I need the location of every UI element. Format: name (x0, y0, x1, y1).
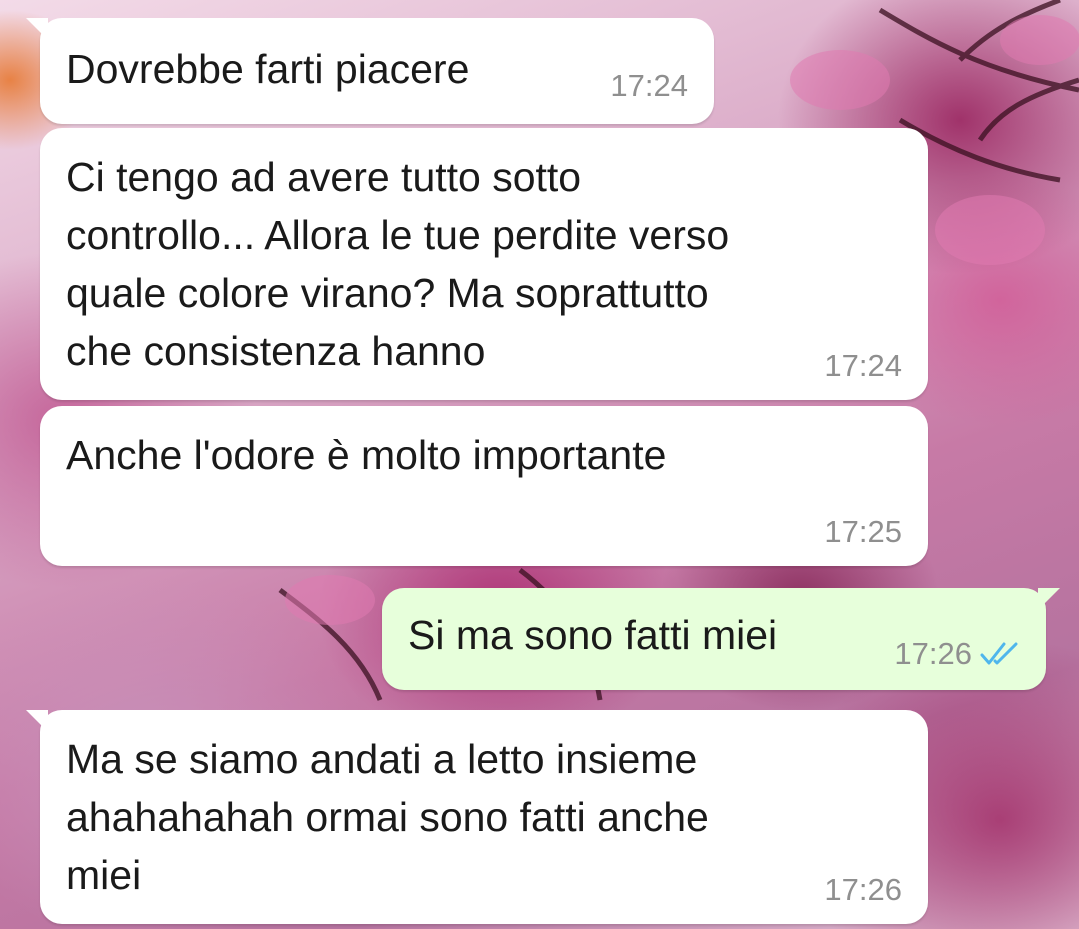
message-bubble-incoming[interactable]: Ma se siamo andati a letto insieme ahaha… (26, 710, 928, 924)
bubble-tail (26, 18, 48, 40)
message-time: 17:24 (610, 68, 688, 103)
message-meta: 17:26 (824, 872, 902, 908)
message-time: 17:26 (824, 872, 902, 907)
message-time: 17:26 (894, 636, 972, 671)
message-meta: 17:24 (610, 68, 688, 104)
bubble-tail (26, 710, 48, 732)
message-meta: 17:24 (824, 348, 902, 384)
message-bubble-outgoing[interactable]: Si ma sono fatti miei 17:26 (382, 588, 1060, 690)
message-bubble-incoming[interactable]: Ci tengo ad avere tutto sotto controllo.… (40, 128, 928, 400)
message-text: Dovrebbe farti piacere (66, 46, 470, 92)
message-time: 17:25 (824, 514, 902, 549)
message-bubble-incoming[interactable]: Dovrebbe farti piacere 17:24 (26, 18, 714, 124)
bubble-tail (1038, 588, 1060, 610)
message-bubble-incoming[interactable]: Anche l'odore è molto importante 17:25 (40, 406, 928, 566)
message-text: Ma se siamo andati a letto insieme ahaha… (66, 736, 709, 898)
message-meta: 17:26 (894, 636, 1020, 672)
message-text: Si ma sono fatti miei (408, 612, 778, 658)
message-text: Ci tengo ad avere tutto sotto controllo.… (66, 154, 730, 374)
double-check-icon (980, 642, 1018, 665)
message-meta: 17:25 (824, 514, 902, 550)
message-text: Anche l'odore è molto importante (66, 432, 667, 478)
message-time: 17:24 (824, 348, 902, 383)
